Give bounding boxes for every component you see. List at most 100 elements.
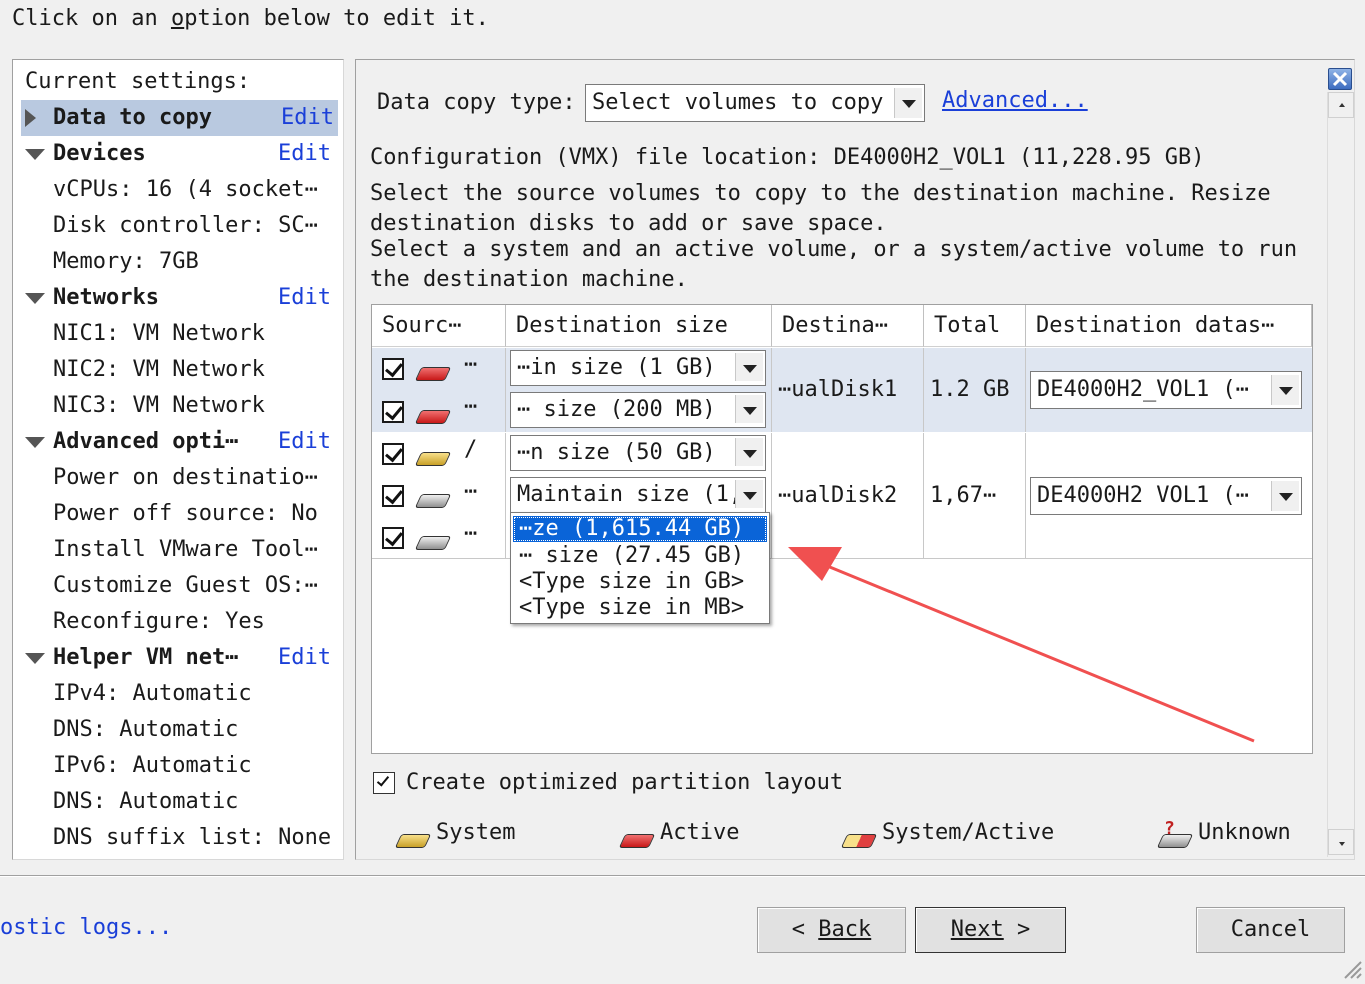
setting-item: vCPUs: 16 (4 socket⋯ [53,177,318,202]
setting-item: NIC2: VM Network [53,357,265,382]
resize-grip-icon[interactable] [1341,958,1363,982]
datastore-select[interactable]: DE4000H2_VOL1 (⋯ [1030,371,1302,409]
chevron-left-icon: < [791,917,819,942]
legend-active: Active [660,820,740,845]
collapse-arrow-icon[interactable] [25,640,45,676]
edit-advanced-link[interactable]: Edit [278,424,331,460]
instruction-text: Click on an option below to edit it. [12,6,489,31]
column-header-destination-size[interactable]: Destination size [506,305,772,347]
destination-size-select[interactable]: ⋯in size (1 GB) [510,350,766,386]
setting-item: Install VMware Tool⋯ [53,537,318,562]
annotation-arrow [788,547,1255,743]
chevron-down-icon[interactable] [1271,481,1299,511]
chevron-down-icon[interactable] [894,88,922,118]
legend-unknown: Unknown [1198,820,1291,845]
active-volume-icon [414,410,452,424]
collapse-arrow-icon[interactable] [25,136,45,172]
system-volume-icon [414,452,452,466]
section-networks[interactable]: Networks Edit [13,280,343,316]
setting-item: Customize Guest OS:⋯ [53,573,318,598]
destination-size-select[interactable]: ⋯ size (200 MB) [510,392,766,428]
destination-size-select[interactable]: ⋯n size (50 GB) [510,435,766,471]
system-active-legend-icon [840,834,878,848]
chevron-down-icon[interactable] [735,480,763,508]
settings-header: Current settings: [25,69,251,94]
setting-item: Power on destinatio⋯ [53,465,318,490]
chevron-down-icon[interactable] [1271,375,1299,405]
edit-data-to-copy-link[interactable]: Edit [281,100,334,136]
config-location-text: Configuration (VMX) file location: DE400… [370,145,1205,170]
chevron-down-icon[interactable] [735,395,763,423]
destination-size-select[interactable]: Maintain size (1,⋯ [510,477,766,513]
diagnostic-logs-link[interactable]: ostic logs... [0,915,172,940]
dropdown-option[interactable]: ⋯ze (1,615.44 GB) [513,516,767,542]
setting-item: DNS suffix list: None [53,825,332,850]
description-text: Select a system and an active volume, or… [370,237,1298,262]
section-advanced-options[interactable]: Advanced opti⋯ Edit [13,424,343,460]
cancel-button[interactable]: Cancel [1196,907,1345,953]
setting-item: NIC3: VM Network [53,393,265,418]
vertical-scrollbar[interactable] [1327,92,1354,857]
copy-type-label: Data copy type: [377,90,576,115]
volume-checkbox[interactable] [382,401,404,423]
optimized-layout-label: Create optimized partition layout [406,770,844,795]
setting-item: Disk controller: SC⋯ [53,213,318,238]
edit-devices-link[interactable]: Edit [278,136,331,172]
settings-panel: Current settings: Data to copy Edit Devi… [12,59,344,860]
destination-disk-cell: ⋯ualDisk1 [772,348,924,432]
chevron-down-icon[interactable] [735,438,763,466]
legend-system-active: System/Active [882,820,1055,845]
section-helper-vm-network[interactable]: Helper VM net⋯ Edit [13,640,343,676]
collapse-arrow-icon[interactable] [25,280,45,316]
volume-checkbox[interactable] [382,485,404,507]
section-devices[interactable]: Devices Edit [13,136,343,172]
description-text: Select the source volumes to copy to the… [370,181,1271,206]
setting-item: Memory: 7GB [53,249,199,274]
chevron-down-icon[interactable] [735,353,763,381]
setting-item: IPv6: Automatic [53,753,252,778]
dropdown-option[interactable]: <Type size in MB> [513,595,767,621]
edit-networks-link[interactable]: Edit [278,280,331,316]
question-mark-icon: ? [1164,818,1175,839]
volume-checkbox[interactable] [382,443,404,465]
volume-checkbox[interactable] [382,358,404,380]
setting-item: NIC1: VM Network [53,321,265,346]
setting-item: Reconfigure: Yes [53,609,265,634]
system-legend-icon [394,834,432,848]
size-dropdown-list[interactable]: ⋯ze (1,615.44 GB) ⋯ size (27.45 GB) <Typ… [510,512,770,624]
dropdown-option[interactable]: ⋯ size (27.45 GB) [513,543,767,569]
active-legend-icon [618,834,656,848]
unknown-volume-icon [414,494,452,508]
column-header-destination-disk[interactable]: Destina⋯ [772,305,924,347]
back-button[interactable]: < Back [757,907,906,953]
scroll-down-button[interactable] [1328,829,1354,855]
description-text: the destination machine. [370,267,688,292]
datastore-select[interactable]: DE4000H2 VOL1 (⋯ [1030,477,1302,515]
column-header-destination-datastore[interactable]: Destination datas⋯ [1026,305,1312,347]
footer-divider [0,875,1365,877]
setting-item: DNS: Automatic [53,789,239,814]
collapse-arrow-icon[interactable] [25,424,45,460]
description-text: destination disks to add or save space. [370,211,887,236]
next-button[interactable]: Next > [915,907,1066,953]
expand-arrow-icon[interactable] [25,100,36,139]
unknown-volume-icon [414,536,452,550]
scroll-up-button[interactable] [1328,92,1354,118]
column-header-source[interactable]: Sourc⋯ [372,305,506,347]
edit-helper-vm-link[interactable]: Edit [278,640,331,676]
column-header-total[interactable]: Total [924,305,1026,347]
total-cell: 1.2 GB [924,348,1026,432]
setting-item: IPv4: Automatic [53,681,252,706]
dropdown-option[interactable]: <Type size in GB> [513,569,767,595]
unknown-legend-icon [1156,834,1194,848]
advanced-link[interactable]: Advanced... [942,88,1088,113]
chevron-right-icon: > [1003,917,1031,942]
active-volume-icon [414,367,452,381]
section-data-to-copy[interactable]: Data to copy Edit [21,100,338,136]
volume-checkbox[interactable] [382,527,404,549]
close-icon[interactable] [1328,68,1352,90]
setting-item: Power off source: No [53,501,318,526]
legend-system: System [436,820,516,845]
copy-type-select[interactable]: Select volumes to copy [585,84,925,122]
optimized-layout-checkbox[interactable] [373,772,395,794]
